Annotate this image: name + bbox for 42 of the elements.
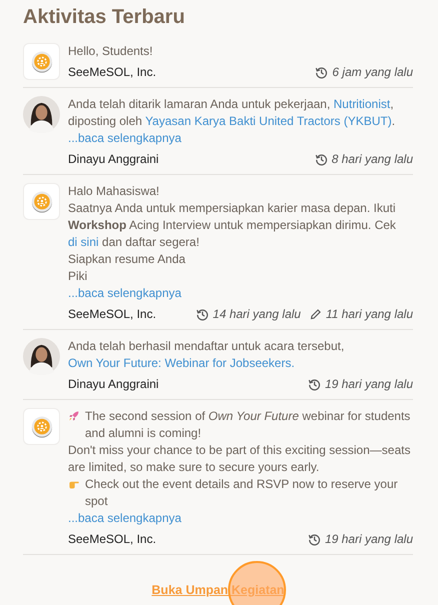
- timestamp: 11 hari yang lalu: [326, 306, 413, 323]
- avatar-icon: [23, 96, 60, 133]
- author-name: Dinayu Anggraini: [68, 151, 159, 168]
- message-text: Halo Mahasiswa!: [68, 183, 160, 200]
- history-icon: [314, 153, 328, 166]
- message-text: Anda telah ditarik lamaran Anda untuk pekerjaan, Nutritionist, diposting oleh Yayasan Karya Bakti United Tractors (YKBUT).: [68, 96, 396, 130]
- company-logo: [23, 43, 60, 80]
- history-icon: [315, 66, 328, 79]
- history-icon: [196, 308, 209, 321]
- message-text: Hello, Students!: [68, 43, 154, 60]
- history-icon: [308, 378, 321, 391]
- link[interactable]: Nutritionist: [334, 97, 390, 111]
- link[interactable]: Yayasan Karya Bakti United Tractors (YKBUT): [145, 114, 392, 128]
- read-more-link[interactable]: ...baca selengkapnya: [68, 510, 182, 527]
- author-name: SeeMeSOL, Inc.: [68, 64, 156, 81]
- company-logo: [23, 408, 60, 445]
- avatar-icon: [23, 338, 60, 375]
- pencil-icon: [308, 308, 322, 321]
- link[interactable]: Own Your Future: Webinar for Jobseekers.: [68, 356, 295, 370]
- read-more-link[interactable]: ...baca selengkapnya: [68, 130, 182, 147]
- timestamp: 19 hari yang lalu: [324, 376, 413, 393]
- message-text: Siapkan resume Anda: [68, 251, 186, 268]
- message-text: Saatnya Anda untuk mempersiapkan karier masa depan. Ikuti Workshop Acing Interview untuk mempersiapkan dirimu. Cek di sini dan daftar segera!: [68, 200, 397, 251]
- company-logo: [23, 183, 60, 220]
- author-name: SeeMeSOL, Inc.: [68, 531, 156, 548]
- rocket-icon: [68, 410, 80, 422]
- message-text: Anda telah berhasil mendaftar untuk acara tersebut, Own Your Future: Webinar for Jobseekers.: [68, 338, 346, 372]
- author-name: Dinayu Anggraini: [68, 376, 159, 393]
- history-icon: [308, 533, 321, 546]
- timestamp: 14 hari yang lalu: [212, 306, 301, 323]
- timestamp: 19 hari yang lalu: [324, 531, 413, 548]
- timestamp: 6 jam yang lalu: [332, 64, 413, 81]
- message-text: Piki: [68, 268, 88, 285]
- author-name: SeeMeSOL, Inc.: [68, 306, 156, 323]
- link[interactable]: di sini: [68, 235, 99, 249]
- section-title: Aktivitas Terbaru: [23, 6, 186, 29]
- message-text: The second session of Own Your Future webinar for students and alumni is coming!: [85, 408, 412, 442]
- message-text: Don't miss your chance to be part of this exciting session—seats are limited, so make sure to secure yours early.: [68, 442, 412, 476]
- message-text: Check out the event details and RSVP now to reserve your spot: [85, 476, 399, 510]
- timestamp: 8 hari yang lalu: [332, 151, 413, 168]
- activity-feed-link[interactable]: Buka Umpan Kegiatan: [152, 583, 284, 597]
- read-more-link[interactable]: ...baca selengkapnya: [68, 285, 182, 302]
